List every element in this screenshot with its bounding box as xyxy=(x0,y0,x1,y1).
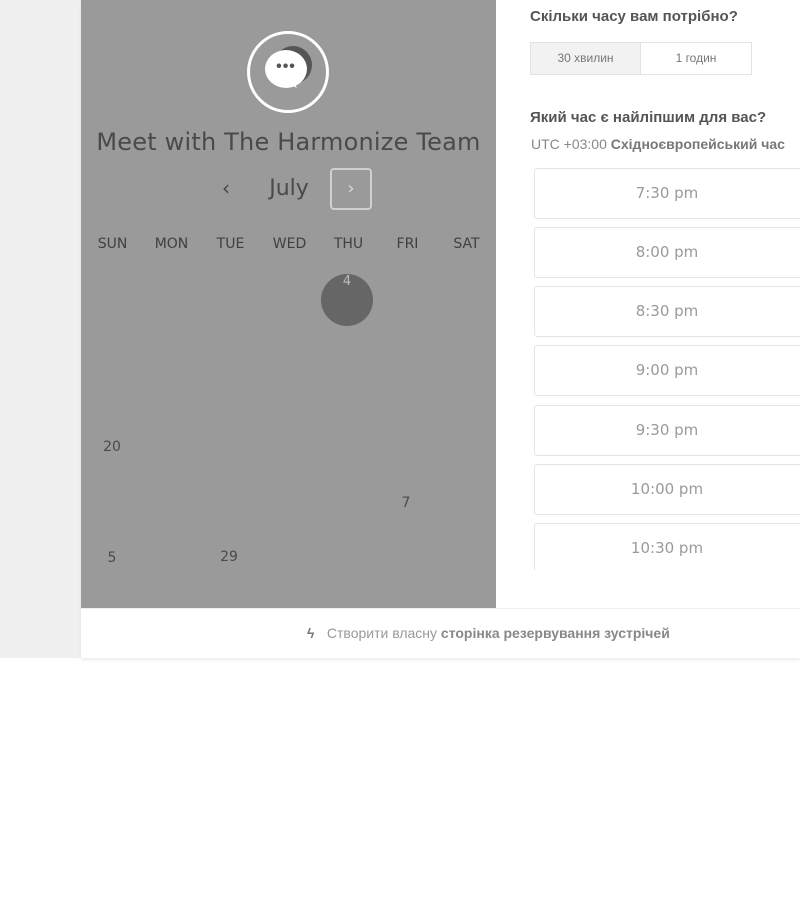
time-slot-list[interactable]: 7:30 pm 8:00 pm 8:30 pm 9:00 pm 9:30 pm … xyxy=(534,168,800,570)
calendar-panel: ••• Meet with The Harmonize Team ‹ July … xyxy=(81,0,496,608)
duration-selector: 30 хвилин 1 годин xyxy=(530,42,752,75)
duration-option-1-hour[interactable]: 1 годин xyxy=(641,42,752,75)
month-navigation: ‹ July › xyxy=(81,168,496,210)
weekday-wed: WED xyxy=(272,236,307,252)
meetings-page: ••• Meet with The Harmonize Team ‹ July … xyxy=(0,0,800,900)
time-slot[interactable]: 8:00 pm xyxy=(534,227,800,278)
timezone-name: Східноєвропейський час xyxy=(610,136,785,152)
booking-card: ••• Meet with The Harmonize Team ‹ July … xyxy=(81,0,800,658)
hubspot-sprocket-icon: ϟ xyxy=(307,625,315,641)
next-month-button[interactable]: › xyxy=(330,168,372,210)
duration-question: Скільки часу вам потрібно? xyxy=(530,8,738,25)
weekday-tue: TUE xyxy=(216,236,245,252)
time-slot[interactable]: 9:00 pm xyxy=(534,345,800,396)
chat-bubbles-icon: ••• xyxy=(247,31,329,113)
timezone-offset: UTC +03:00 xyxy=(531,136,607,152)
chevron-right-icon: › xyxy=(347,178,355,199)
weekday-thu: THU xyxy=(333,236,364,252)
footer-text-prefix: Створити власну xyxy=(326,625,438,641)
footer: ϟ Створити власну сторінка резервування … xyxy=(81,608,800,658)
weekday-fri: FRI xyxy=(396,236,419,252)
duration-option-30-min[interactable]: 30 хвилин xyxy=(530,42,641,75)
booking-options-panel: Скільки часу вам потрібно? 30 хвилин 1 г… xyxy=(496,0,800,608)
time-slot[interactable]: 9:30 pm xyxy=(534,405,800,456)
previous-month-button[interactable]: ‹ xyxy=(213,175,239,203)
calendar-day: 20 xyxy=(103,439,121,455)
time-slot[interactable]: 7:30 pm xyxy=(534,168,800,219)
footer-text-bold: сторінка резервування зустрічей xyxy=(440,625,670,641)
time-slot[interactable]: 10:30 pm xyxy=(534,523,800,570)
weekday-header: SUN MON TUE WED THU FRI SAT xyxy=(83,236,496,252)
create-booking-page-link[interactable]: ϟ Створити власну сторінка резервування … xyxy=(307,625,670,641)
calendar-day: 5 xyxy=(107,550,117,566)
weekday-mon: MON xyxy=(154,236,189,252)
weekday-sat: SAT xyxy=(453,236,480,252)
time-question: Який час є найліпшим для вас? xyxy=(530,109,767,126)
calendar-day-selected[interactable]: 4 xyxy=(321,274,373,326)
calendar-day: 7 xyxy=(401,495,411,511)
timezone-label[interactable]: UTC +03:00 Східноєвропейський час xyxy=(531,136,785,152)
meeting-title: Meet with The Harmonize Team xyxy=(96,128,481,156)
calendar-day: 29 xyxy=(220,549,238,565)
left-gutter xyxy=(0,0,81,658)
weekday-sun: SUN xyxy=(97,236,128,252)
chevron-left-icon: ‹ xyxy=(222,176,230,200)
time-slot[interactable]: 8:30 pm xyxy=(534,286,800,337)
month-label: July xyxy=(269,176,309,201)
time-slot[interactable]: 10:00 pm xyxy=(534,464,800,515)
